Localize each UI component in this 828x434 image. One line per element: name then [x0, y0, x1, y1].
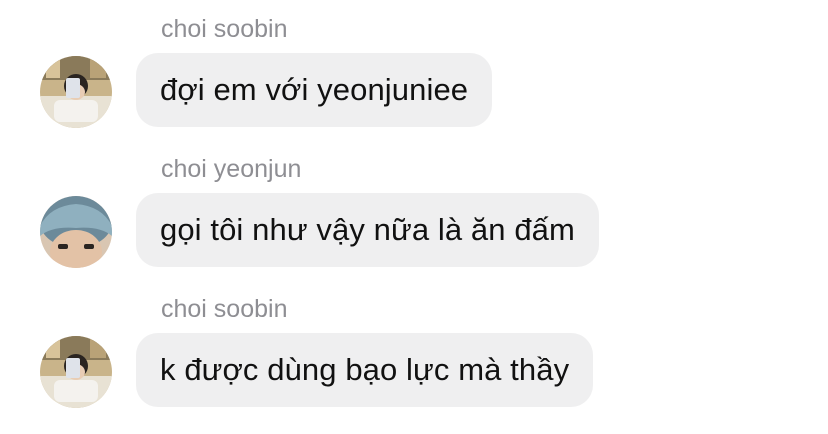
message-text: đợi em với yeonjuniee — [160, 72, 469, 107]
message-bubble[interactable]: gọi tôi như vậy nữa là ăn đấm — [136, 193, 599, 267]
sender-name: choi soobin — [161, 15, 288, 43]
user-photo-soobin-icon[interactable] — [40, 336, 112, 408]
user-photo-soobin-icon[interactable] — [40, 56, 112, 128]
message-text: k được dùng bạo lực mà thầy — [160, 352, 570, 387]
message-group: choi yeonjun gọi tôi như vậy nữa là ăn đ… — [0, 140, 828, 268]
message-bubble[interactable]: đợi em với yeonjuniee — [136, 53, 493, 127]
message-thread: choi soobin đợi em với yeonjuniee choi y… — [0, 0, 828, 434]
sender-name: choi yeonjun — [161, 155, 302, 183]
message-bubble[interactable]: k được dùng bạo lực mà thầy — [136, 333, 594, 407]
sender-name: choi soobin — [161, 295, 288, 323]
message-text: gọi tôi như vậy nữa là ăn đấm — [160, 212, 575, 247]
user-photo-yeonjun-icon[interactable] — [40, 196, 112, 268]
message-group: choi soobin k được dùng bạo lực mà thầy — [0, 280, 828, 408]
message-group: choi soobin đợi em với yeonjuniee — [0, 0, 828, 128]
